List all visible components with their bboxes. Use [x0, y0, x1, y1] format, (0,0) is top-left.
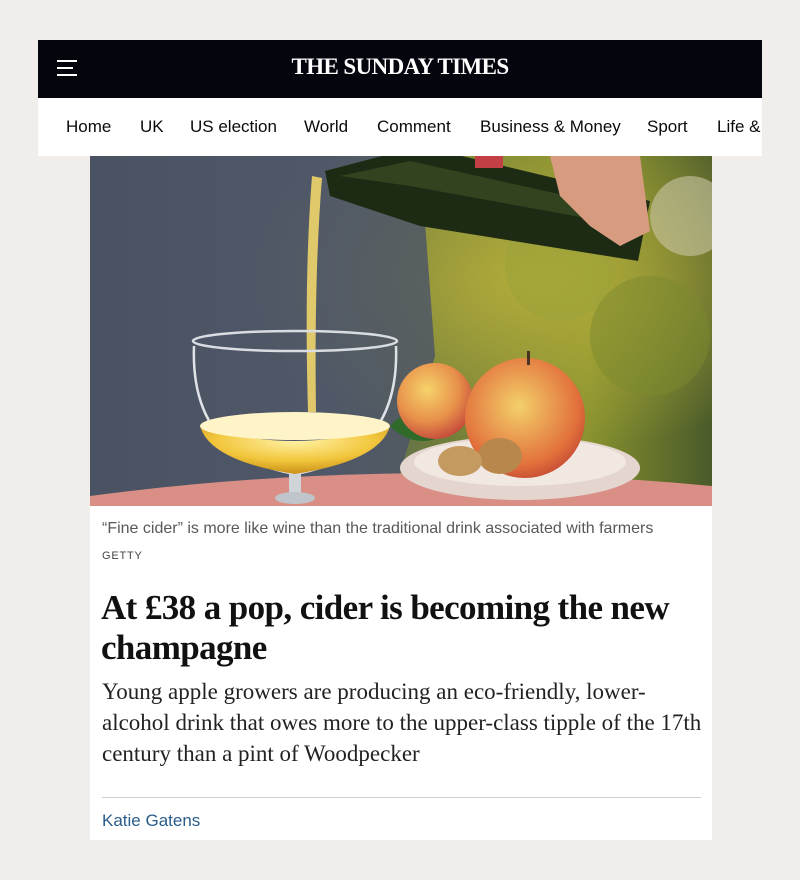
article-container: “Fine cider” is more like wine than the … [90, 156, 712, 840]
nav-item-business-money[interactable]: Business & Money [480, 117, 621, 137]
article-headline: At £38 a pop, cider is becoming the new … [101, 588, 670, 667]
hero-image [90, 156, 712, 506]
image-caption: “Fine cider” is more like wine than the … [102, 520, 654, 537]
masthead-logo[interactable]: THE SUNDAY TIMES [38, 54, 762, 80]
nav-item-us-election[interactable]: US election [190, 117, 277, 137]
article-standfirst: Young apple growers are producing an eco… [102, 679, 702, 766]
byline-divider [102, 797, 701, 798]
author-byline-link[interactable]: Katie Gatens [102, 811, 200, 831]
nav-item-home[interactable]: Home [66, 117, 111, 137]
nav-item-comment[interactable]: Comment [377, 117, 451, 137]
top-bar: THE SUNDAY TIMES [38, 40, 762, 98]
nav-item-world[interactable]: World [304, 117, 348, 137]
nav-item-uk[interactable]: UK [140, 117, 164, 137]
nav-item-sport[interactable]: Sport [647, 117, 688, 137]
nav-item-life[interactable]: Life & [717, 117, 760, 137]
section-nav: Home UK US election World Comment Busine… [38, 98, 762, 156]
image-credit: GETTY [102, 550, 143, 562]
